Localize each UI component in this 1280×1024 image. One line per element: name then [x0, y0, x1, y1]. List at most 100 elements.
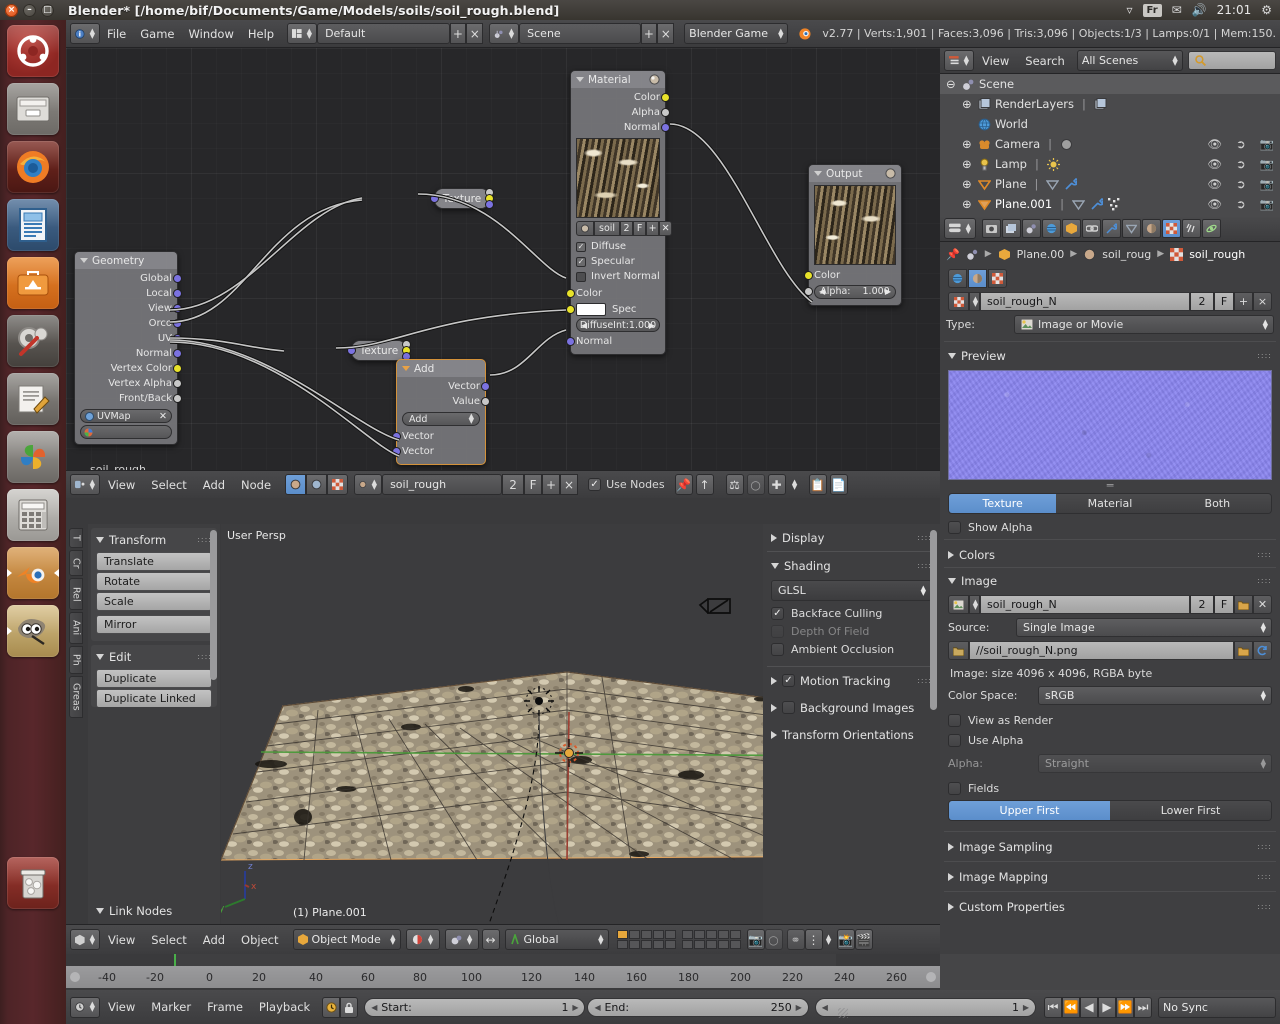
- outliner-row-world[interactable]: World: [940, 114, 1280, 134]
- properties-tab-data[interactable]: [1122, 219, 1141, 238]
- launcher-item-files[interactable]: [7, 83, 59, 135]
- viewport-shading-dropdown[interactable]: ▲ ▼: [405, 929, 440, 950]
- socket-vector[interactable]: [566, 337, 575, 346]
- restrict-view-icon[interactable]: 👁: [1207, 177, 1222, 191]
- restrict-view-icon[interactable]: 👁: [1207, 157, 1222, 171]
- socket-vector[interactable]: [173, 304, 182, 313]
- editor-type-selector[interactable]: ▲ ▼: [70, 474, 100, 495]
- menu-view[interactable]: View: [100, 474, 143, 496]
- image-browse-file-button[interactable]: [1234, 641, 1253, 660]
- socket-vector-in[interactable]: [347, 346, 356, 355]
- tool-tab-relations[interactable]: Rel: [69, 578, 83, 610]
- world-shader-tab[interactable]: [306, 474, 328, 495]
- properties-tab-physics[interactable]: [1202, 219, 1221, 238]
- image-fake-user-button[interactable]: F: [1214, 595, 1234, 614]
- color-swatch-field[interactable]: [80, 425, 172, 439]
- properties-tab-particles[interactable]: [1182, 219, 1201, 238]
- breadcrumb-texture[interactable]: soil_rough: [1189, 248, 1245, 261]
- panel-header-background-images[interactable]: Background Images: [771, 699, 932, 716]
- node-output-alpha[interactable]: Alpha: [576, 105, 670, 120]
- preview-resize-handle[interactable]: ═: [948, 480, 1272, 491]
- tool-tab-physics[interactable]: Ph: [69, 646, 83, 674]
- node-header[interactable]: Texture: [435, 189, 489, 208]
- launcher-item-ubuntu-dash[interactable]: [7, 25, 59, 77]
- expand-plus-icon[interactable]: ⊕: [962, 177, 974, 191]
- node-header[interactable]: Add: [397, 360, 485, 377]
- socket-vector[interactable]: [173, 349, 182, 358]
- node-output-normal[interactable]: Normal: [80, 346, 182, 361]
- properties-tab-material[interactable]: [1142, 219, 1161, 238]
- shader-users-count[interactable]: 2: [502, 474, 525, 495]
- menu-view[interactable]: View: [974, 50, 1017, 72]
- world-texture-context-button[interactable]: [948, 269, 967, 288]
- image-name-field[interactable]: soil_rough_N: [980, 595, 1190, 614]
- spec-color-swatch[interactable]: [576, 303, 606, 316]
- lock-camera-button[interactable]: 📷: [746, 929, 765, 950]
- launcher-item-ubuntu-software[interactable]: [7, 257, 59, 309]
- keyboard-layout-indicator[interactable]: Fr: [1142, 3, 1162, 17]
- image-unlink-button[interactable]: ✕: [1253, 595, 1272, 614]
- material-browse-icon[interactable]: [576, 221, 594, 236]
- editor-type-selector[interactable]: ▲ ▼: [70, 929, 100, 950]
- socket-vector[interactable]: [481, 382, 490, 391]
- outliner-row-plane-001[interactable]: ⊕ Plane.001 | 👁 ➲ 📷: [940, 194, 1280, 214]
- menu-node[interactable]: Node: [233, 474, 279, 496]
- node-header[interactable]: Material: [571, 71, 665, 88]
- image-users-count[interactable]: 2: [1190, 595, 1214, 614]
- render-animation-button[interactable]: 🎬: [854, 929, 873, 950]
- chevron-right-icon[interactable]: ▶: [885, 287, 891, 296]
- restrict-render-icon[interactable]: 📷: [1260, 157, 1274, 171]
- jump-to-end-button[interactable]: ⏭: [1134, 996, 1153, 1018]
- restrict-render-icon[interactable]: 📷: [1260, 137, 1274, 151]
- duplicate-linked-button[interactable]: Duplicate Linked: [96, 689, 212, 707]
- snap-element-button[interactable]: ⋮: [804, 929, 823, 950]
- display-mode-dropdown[interactable]: All Scenes ▲ ▼: [1076, 50, 1183, 71]
- panel-header-motion-tracking[interactable]: ✓ Motion Tracking ::::: [771, 672, 932, 689]
- editor-type-selector[interactable]: ▲ ▼: [70, 23, 100, 44]
- texture-node-2[interactable]: Texture: [347, 340, 411, 361]
- image-open-button[interactable]: [1234, 595, 1253, 614]
- socket-vector[interactable]: [173, 334, 182, 343]
- panel-header-edit[interactable]: Edit ::::: [96, 648, 212, 665]
- material-node[interactable]: Material Color Alpha Normal soil 2 F + ✕…: [566, 70, 673, 355]
- tool-tab-animation[interactable]: Ani: [69, 612, 83, 644]
- socket-color[interactable]: [566, 305, 575, 314]
- mail-icon[interactable]: ✉: [1172, 3, 1182, 17]
- panel-header-transform-orientations[interactable]: Transform Orientations: [771, 726, 932, 743]
- node-checkbox-invert-normal[interactable]: Invert Normal: [576, 269, 660, 284]
- play-button[interactable]: ▶: [1098, 996, 1117, 1018]
- image-colorspace-dropdown[interactable]: sRGB ▲ ▼: [1038, 686, 1272, 705]
- restrict-select-icon[interactable]: ➲: [1236, 157, 1246, 171]
- socket-vector[interactable]: [173, 319, 182, 328]
- restrict-render-icon[interactable]: 📷: [1260, 197, 1274, 211]
- geometry-node[interactable]: Geometry Global Local View Orco UV Norma…: [74, 251, 182, 445]
- properties-tab-object[interactable]: [1062, 219, 1081, 238]
- node-input-color[interactable]: Color: [804, 268, 896, 283]
- renderlayer-icon[interactable]: [1094, 97, 1107, 111]
- texture-type-dropdown[interactable]: Image or Movie ▲ ▼: [1014, 315, 1274, 334]
- mirror-button[interactable]: Mirror: [96, 615, 212, 634]
- snap-toggle-button[interactable]: ✚: [767, 474, 786, 495]
- checkbox-ambient-occlusion[interactable]: Ambient Occlusion: [771, 643, 932, 656]
- copy-to-clipboard-button[interactable]: 📋: [808, 474, 827, 495]
- pivot-point-dropdown[interactable]: ▲ ▼: [444, 929, 479, 950]
- texture-new-button[interactable]: +: [1234, 292, 1253, 311]
- operation-dropdown[interactable]: Add ▲ ▼: [402, 412, 480, 426]
- menu-marker[interactable]: Marker: [143, 996, 199, 1018]
- shader-new-button[interactable]: +: [542, 474, 561, 495]
- volume-icon[interactable]: 🔊: [1192, 3, 1207, 17]
- lock-time-button[interactable]: [340, 996, 359, 1018]
- chevron-right-icon[interactable]: ▶: [1023, 1003, 1029, 1012]
- panel-header-link-nodes[interactable]: Link Nodes: [96, 902, 212, 919]
- restrict-select-icon[interactable]: ➲: [1236, 177, 1246, 191]
- node-input-normal[interactable]: Normal: [566, 334, 660, 349]
- previous-keyframe-button[interactable]: ⏪: [1062, 996, 1081, 1018]
- chevron-right-icon[interactable]: ▶: [796, 1003, 802, 1012]
- restrict-select-icon[interactable]: ➲: [1236, 137, 1246, 151]
- socket-color[interactable]: [566, 289, 575, 298]
- menu-window[interactable]: Window: [182, 23, 241, 44]
- launcher-item-libreoffice-writer[interactable]: [7, 199, 59, 251]
- menu-add[interactable]: Add: [195, 474, 233, 496]
- play-reverse-button[interactable]: ◀: [1080, 996, 1099, 1018]
- node-output-color[interactable]: Color: [576, 90, 670, 105]
